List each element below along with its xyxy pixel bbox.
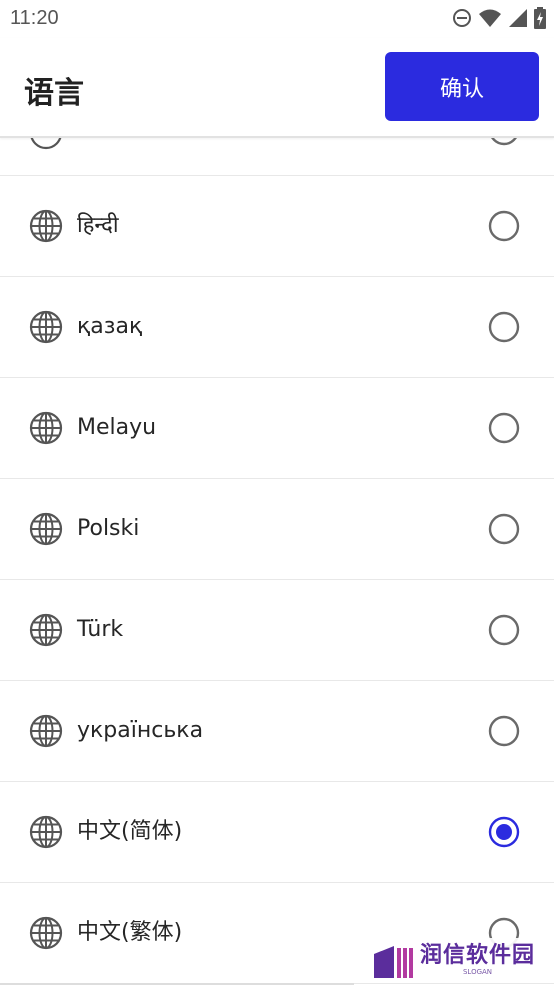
list-item-partial[interactable]	[0, 136, 554, 176]
confirm-button[interactable]: 确认	[385, 52, 539, 121]
watermark: 润信软件园 SLOGAN	[372, 938, 542, 982]
watermark-text: 润信软件园	[420, 942, 536, 968]
globe-icon	[29, 916, 63, 950]
globe-icon	[29, 815, 63, 849]
language-item[interactable]: Melayu	[0, 378, 554, 479]
globe-icon	[29, 411, 63, 445]
page-title: 语言	[24, 76, 84, 111]
language-label: Polski	[77, 516, 140, 541]
language-label: 中文(繁体)	[77, 920, 183, 945]
status-bar: 11:20	[0, 0, 554, 38]
language-label: українська	[77, 718, 204, 743]
language-item-selected[interactable]: 中文(简体)	[0, 782, 554, 883]
do-not-disturb-icon	[452, 8, 472, 28]
language-label: 中文(简体)	[77, 819, 183, 844]
app-header: 语言 确认	[0, 38, 554, 138]
language-label: Melayu	[77, 415, 157, 440]
radio-button[interactable]	[488, 513, 520, 545]
radio-button[interactable]	[488, 614, 520, 646]
language-item[interactable]: қазақ	[0, 277, 554, 378]
globe-icon	[29, 310, 63, 344]
radio-button-selected[interactable]	[488, 816, 520, 848]
language-item[interactable]: українська	[0, 681, 554, 782]
language-label: Türk	[77, 617, 124, 642]
wifi-icon	[478, 8, 502, 28]
globe-icon	[30, 136, 62, 150]
watermark-subtext: SLOGAN	[462, 967, 493, 976]
cellular-signal-icon	[508, 8, 528, 28]
language-list[interactable]: हिन्दी қазақ Melayu Polski Türk українсь…	[0, 136, 554, 985]
status-icons	[452, 7, 546, 29]
radio-button[interactable]	[488, 412, 520, 444]
language-settings-screen: 11:20 语言 确认 हिन्दी қазақ Melayu Polski T…	[0, 0, 554, 985]
language-label: हिन्दी	[77, 213, 119, 238]
globe-icon	[29, 512, 63, 546]
language-item[interactable]: Türk	[0, 580, 554, 681]
radio-button[interactable]	[488, 210, 520, 242]
language-item[interactable]: Polski	[0, 479, 554, 580]
globe-icon	[29, 613, 63, 647]
radio-button[interactable]	[488, 311, 520, 343]
status-time: 11:20	[10, 7, 59, 29]
language-label: қазақ	[77, 314, 143, 339]
watermark-logo-icon	[374, 946, 413, 978]
radio-button[interactable]	[488, 715, 520, 747]
language-item[interactable]: हिन्दी	[0, 176, 554, 277]
watermark-text-group: 润信软件园 SLOGAN	[420, 942, 536, 977]
globe-icon	[29, 209, 63, 243]
globe-icon	[29, 714, 63, 748]
battery-charging-icon	[534, 7, 546, 29]
